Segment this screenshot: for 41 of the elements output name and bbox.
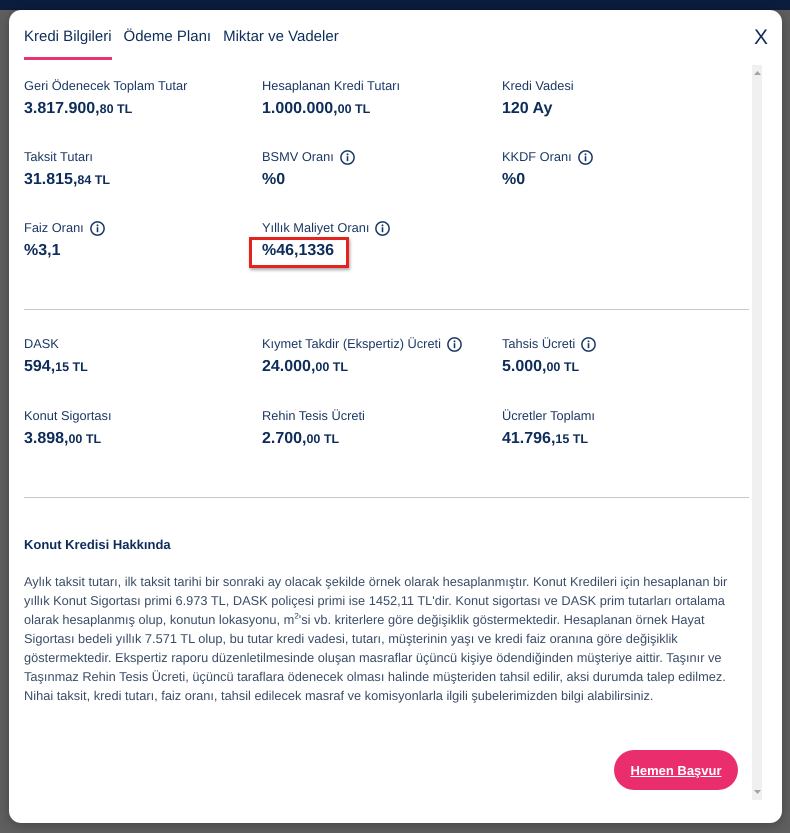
- field-value: 5.000,00 TL: [502, 357, 580, 377]
- field-label: Tahsis Ücreti: [502, 336, 576, 352]
- field-label: DASK: [24, 336, 59, 352]
- tab[interactable]: Miktar ve Vadeler: [223, 10, 339, 60]
- field-value: 31.815,84 TL: [24, 170, 110, 190]
- field-label: Taksit Tutarı: [24, 149, 93, 165]
- close-button[interactable]: X: [754, 27, 768, 49]
- info-icon[interactable]: [375, 220, 390, 236]
- field-value: %46,1336: [262, 241, 334, 261]
- field-label: Geri Ödenecek Toplam Tutar: [24, 78, 188, 94]
- field-value: 24.000,00 TL: [262, 357, 348, 377]
- field-label: Hesaplanan Kredi Tutarı: [262, 78, 400, 94]
- tab[interactable]: Ödeme Planı: [124, 10, 212, 60]
- field-value: 2.700,00 TL: [262, 429, 340, 449]
- field-value: 3.817.900,80 TL: [24, 99, 132, 119]
- field-label: Faiz Oranı: [24, 220, 84, 236]
- field-value: 1.000.000,00 TL: [262, 99, 370, 119]
- field-value: %0: [502, 170, 526, 190]
- field-value: %0: [262, 170, 286, 190]
- field-value: %3,1: [24, 241, 60, 261]
- info-paragraph: Aylık taksit tutarı, ilk taksit tarihi bir sonraki ay olacak şekilde örnek olarak hesaplanmıştır. Konut Kredileri için hesaplanan bir yıllık Konut Sigortası primi 6.973 TL, DASK poliçesi primi ise 1452,11 TL'dir. Konut sigortası ve DASK prim tutarları ortalama olarak hesaplanmış olup, konutun lokasyonu, m$^{2}$'si vb. kriterlere göre değişiklik göstermektedir. Hesaplanan örnek Hayat Sigortası bedeli yıllık 7.571 TL olup, bu tutar kredi vadesi, tutarı, müşterinin yaşı ve kredi faiz oranına göre değişiklik göstermektedir. Ekspertiz raporu düzenletilmesinde oluşan masraflar üçüncü kişiye ödendiğinden müşteriye aittir. Taşınır ve Taşınmaz Rehin Tesis Ücreti, üçüncü taraflara ödenecek olması halinde müşteriden tahsil edilir, aksi durumda talep edilmez. Nihai taksit, kredi tutarı, faiz oranı, tahsil edilecek masraf ve komisyonlarla ilgili şubelerimizden bilgi alabilirsiniz.: [24, 573, 728, 705]
- field-value: 594,15 TL: [24, 357, 88, 377]
- info-icon[interactable]: [340, 150, 355, 164]
- info-icon[interactable]: [446, 336, 462, 352]
- field-value: 41.796,15 TL: [502, 429, 588, 449]
- info-icon[interactable]: [90, 220, 105, 236]
- apply-button[interactable]: Hemen Başvur: [614, 750, 738, 790]
- field-label: BSMV Oranı: [262, 149, 334, 165]
- field-value: 120 Ay: [502, 99, 552, 119]
- tab[interactable]: Kredi Bilgileri: [24, 10, 112, 60]
- field-label: Yıllık Maliyet Oranı: [262, 220, 370, 236]
- field-label: Rehin Tesis Ücreti: [262, 408, 365, 424]
- field-label: KKDF Oranı: [502, 149, 572, 165]
- section-heading: Konut Kredisi Hakkında: [24, 537, 171, 553]
- field-label: Kredi Vadesi: [502, 78, 574, 94]
- field-value: 3.898,00 TL: [24, 429, 102, 449]
- field-label: Kıymet Takdir (Ekspertiz) Ücreti: [262, 336, 441, 352]
- field-label: Konut Sigortası: [24, 408, 112, 424]
- info-icon[interactable]: [578, 150, 593, 164]
- info-icon[interactable]: [581, 336, 596, 352]
- field-label: Ücretler Toplamı: [502, 408, 595, 424]
